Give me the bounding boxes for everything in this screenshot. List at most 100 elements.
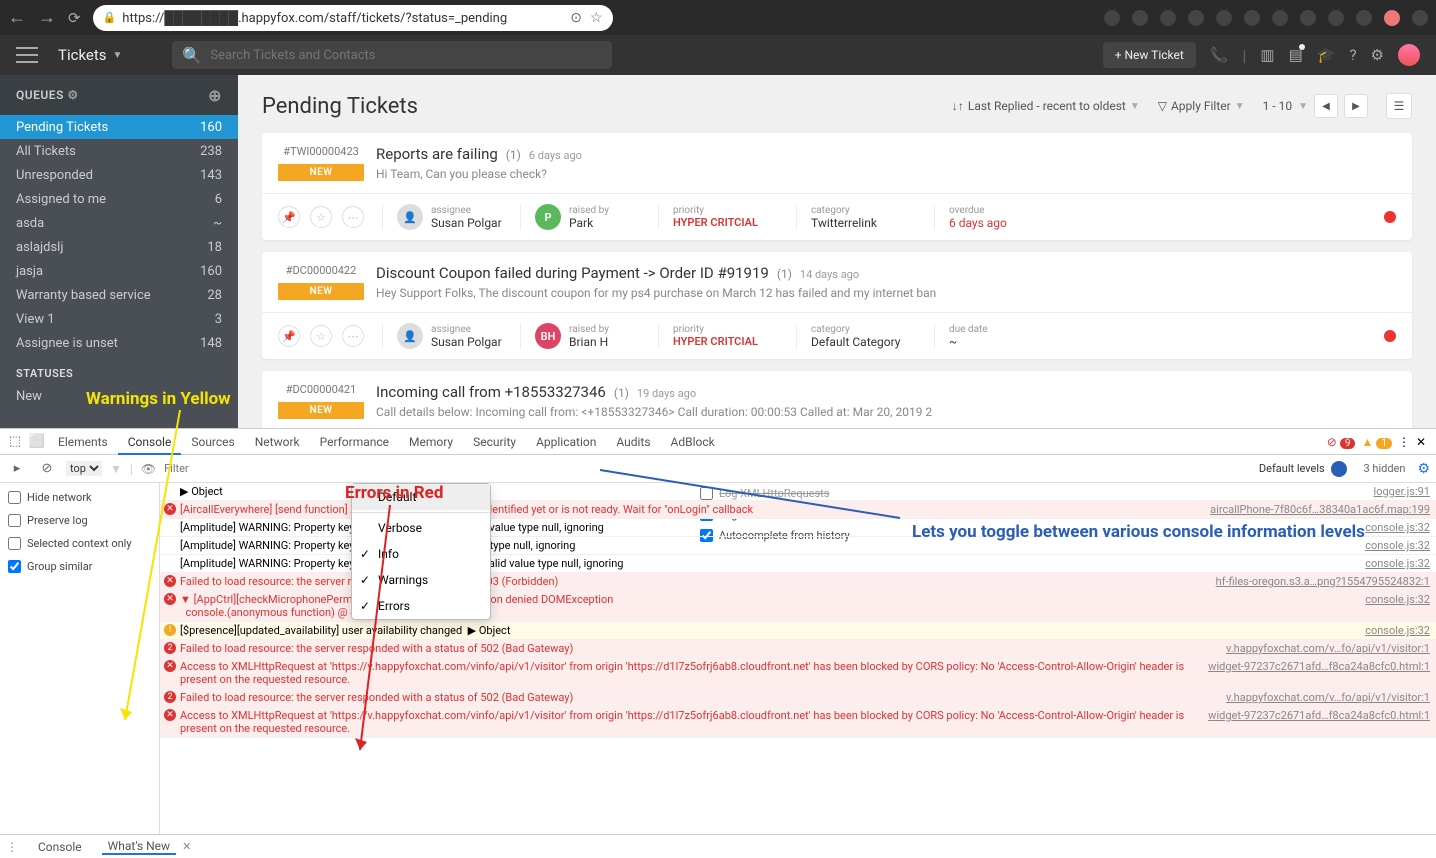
book-icon[interactable]: ▤ — [1289, 46, 1303, 64]
star-icon[interactable]: ☆ — [590, 10, 603, 26]
sidebar-item[interactable]: View 13 — [0, 307, 238, 331]
log-source[interactable]: console.js:32 — [1345, 624, 1430, 637]
help-icon[interactable]: ? — [1349, 46, 1356, 64]
gear-icon[interactable]: ⚙ — [67, 88, 78, 102]
ext-icon[interactable] — [1412, 10, 1428, 26]
ext-icon[interactable] — [1384, 10, 1400, 26]
prev-page-button[interactable]: ◀ — [1314, 94, 1338, 118]
error-count[interactable]: ⊘ 9 — [1327, 435, 1356, 449]
pin-icon[interactable]: 📌 — [278, 206, 300, 228]
sidebar-item[interactable]: New — [0, 384, 238, 408]
url-bar[interactable]: 🔒 https://████████.happyfox.com/staff/ti… — [93, 5, 613, 31]
close-icon[interactable]: ✕ — [182, 840, 191, 853]
warn-count[interactable]: ▲ 1 — [1361, 435, 1392, 449]
gear-icon[interactable]: ⚙ — [1371, 46, 1384, 64]
level-option[interactable]: ✓Info — [352, 541, 490, 567]
log-source[interactable]: v.happyfoxchat.com/v…fo/api/v1/visitor:1 — [1206, 642, 1430, 655]
sidebar-item[interactable]: All Tickets238 — [0, 139, 238, 163]
search-icon[interactable]: ⊙ — [570, 10, 582, 26]
sort-dropdown[interactable]: ↓↑ Last Replied - recent to oldest ▼ — [952, 99, 1140, 113]
levels-dropdown[interactable]: Default levels — [1259, 461, 1348, 477]
drawer-console-tab[interactable]: Console — [32, 840, 88, 854]
log-source[interactable]: console.js:32 — [1345, 521, 1430, 534]
sidebar-icon[interactable]: ▸ — [6, 461, 28, 476]
log-source[interactable]: v.happyfoxchat.com/v…fo/api/v1/visitor:1 — [1206, 691, 1430, 704]
devtools-tab[interactable]: Memory — [399, 429, 463, 455]
devtools-tab[interactable]: Sources — [181, 429, 244, 455]
reload-icon[interactable]: ⟳ — [68, 9, 81, 27]
log-source[interactable]: hf-files-oregon.s3.a…png?1554795524832:1 — [1196, 575, 1430, 588]
ticket-card[interactable]: #DC00000421 NEW Incoming call from +1855… — [262, 371, 1412, 428]
log-source[interactable]: console.js:32 — [1345, 557, 1430, 570]
module-title[interactable]: Tickets ▼ — [58, 46, 122, 64]
ext-icon[interactable] — [1216, 10, 1232, 26]
level-option[interactable]: ✓Errors — [352, 593, 490, 619]
search-input[interactable] — [210, 48, 602, 63]
log-source[interactable]: logger.js:91 — [1354, 485, 1430, 498]
log-line[interactable]: 2Failed to load resource: the server res… — [160, 689, 1436, 707]
avatar[interactable] — [1398, 44, 1420, 66]
levels-menu[interactable]: DefaultVerbose✓Info✓Warnings✓Errors — [351, 483, 491, 620]
grad-icon[interactable]: 🎓 — [1317, 46, 1336, 64]
devtools-tab[interactable]: Security — [463, 429, 526, 455]
filter-dropdown[interactable]: ▽ Apply Filter ▼ — [1158, 99, 1245, 113]
devtools-tab[interactable]: Audits — [606, 429, 660, 455]
phone-icon[interactable]: 📞 — [1210, 46, 1229, 64]
log-source[interactable]: aircallPhone-7f80c6f…38340a1ac6f.map:199 — [1190, 503, 1430, 516]
devtools-tab[interactable]: AdBlock — [661, 429, 725, 455]
star-icon[interactable]: ☆ — [310, 206, 332, 228]
console-option[interactable]: Preserve log — [8, 514, 151, 527]
inspect-icon[interactable]: ⬚ — [4, 434, 26, 449]
ext-icon[interactable] — [1244, 10, 1260, 26]
ticket-card[interactable]: #TWI00000423 NEW Reports are failing (1)… — [262, 133, 1412, 240]
devtools-tab[interactable]: Network — [245, 429, 310, 455]
level-option[interactable]: Verbose — [352, 515, 490, 541]
devtools-tab[interactable]: Performance — [310, 429, 399, 455]
sidebar-item[interactable]: asda~ — [0, 211, 238, 235]
more-icon[interactable]: ⋯ — [342, 325, 364, 347]
close-icon[interactable]: ✕ — [1416, 435, 1426, 449]
console-option[interactable]: Hide network — [8, 491, 151, 504]
log-source[interactable]: console.js:32 — [1345, 593, 1430, 606]
sidebar-item[interactable]: aslajdslj18 — [0, 235, 238, 259]
devtools-tab[interactable]: Elements — [48, 429, 118, 455]
log-source[interactable]: widget-97237c2671afd…f8ca24a8cfc0.html:1 — [1188, 709, 1430, 722]
ext-icon[interactable] — [1132, 10, 1148, 26]
sidebar-item[interactable]: Assigned to me6 — [0, 187, 238, 211]
ticket-card[interactable]: #DC00000422 NEW Discount Coupon failed d… — [262, 252, 1412, 359]
log-line[interactable]: 2Failed to load resource: the server res… — [160, 640, 1436, 658]
pin-icon[interactable]: 📌 — [278, 325, 300, 347]
log-source[interactable]: widget-97237c2671afd…f8ca24a8cfc0.html:1 — [1188, 660, 1430, 673]
hidden-count[interactable]: 3 hidden — [1363, 462, 1405, 475]
devtools-tab[interactable]: Console — [118, 429, 182, 455]
devtools-tab[interactable]: Application — [526, 429, 606, 455]
filter-input[interactable] — [164, 462, 364, 475]
next-page-button[interactable]: ▶ — [1344, 94, 1368, 118]
console-option[interactable]: Group similar — [8, 560, 151, 573]
ext-icon[interactable] — [1356, 10, 1372, 26]
sidebar-item[interactable]: Pending Tickets160 — [0, 115, 238, 139]
settings-icon[interactable]: ⚙ — [1417, 461, 1430, 477]
forward-icon[interactable]: → — [38, 7, 56, 28]
console-option[interactable]: Selected context only — [8, 537, 151, 550]
sidebar-item[interactable]: Unresponded143 — [0, 163, 238, 187]
panel-icon[interactable]: ▥ — [1260, 46, 1274, 64]
star-icon[interactable]: ☆ — [310, 325, 332, 347]
ext-icon[interactable] — [1104, 10, 1120, 26]
ext-icon[interactable] — [1328, 10, 1344, 26]
view-toggle-icon[interactable]: ☰ — [1386, 93, 1412, 119]
more-icon[interactable]: ⋮ — [1398, 435, 1410, 449]
sidebar-item[interactable]: jasja160 — [0, 259, 238, 283]
search-box[interactable]: 🔍 — [172, 41, 612, 69]
sidebar-item[interactable]: Warranty based service28 — [0, 283, 238, 307]
ext-icon[interactable] — [1160, 10, 1176, 26]
add-queue-icon[interactable]: ⊕ — [208, 86, 222, 105]
more-icon[interactable]: ⋯ — [342, 206, 364, 228]
context-select[interactable]: top — [66, 461, 102, 476]
log-line[interactable]: ✕Access to XMLHttpRequest at 'https://v.… — [160, 707, 1436, 738]
menu-icon[interactable] — [16, 47, 38, 63]
ext-icon[interactable] — [1300, 10, 1316, 26]
eye-icon[interactable]: 👁 — [141, 462, 156, 476]
new-ticket-button[interactable]: + New Ticket — [1103, 42, 1196, 68]
sidebar-item[interactable]: Assignee is unset148 — [0, 331, 238, 355]
